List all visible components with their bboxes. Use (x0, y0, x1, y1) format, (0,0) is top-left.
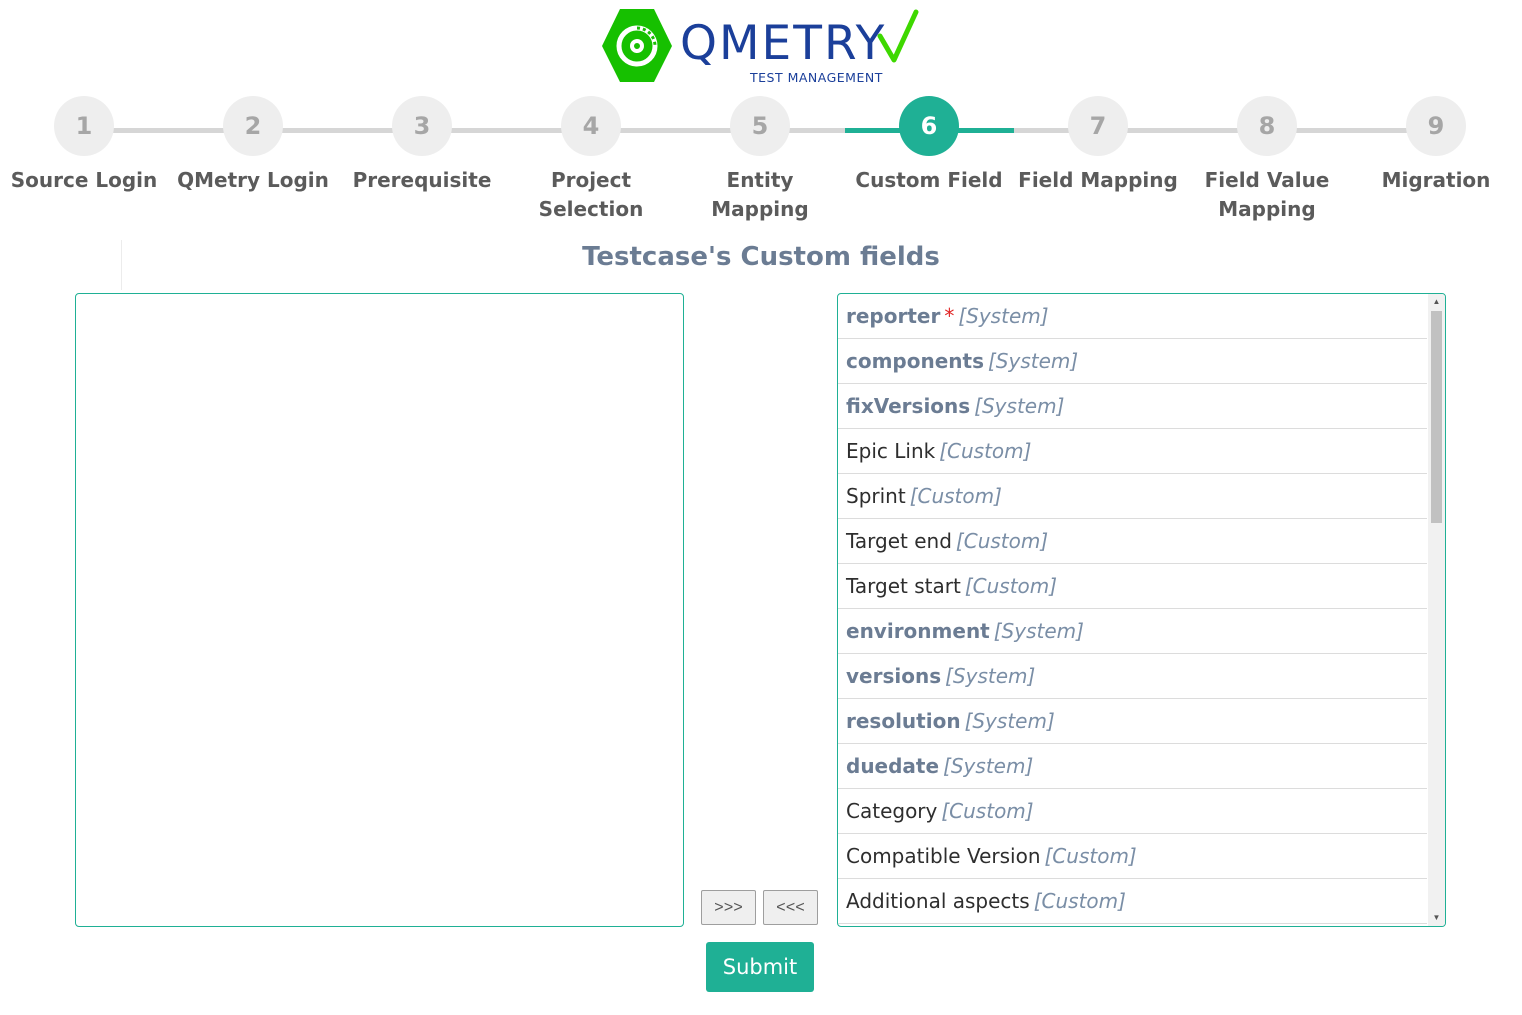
field-item[interactable]: Category [Custom] (838, 789, 1427, 834)
step-2[interactable]: 2 QMetry Login (168, 96, 338, 195)
field-list: reporter * [System] components [System] fixVe… (838, 294, 1427, 924)
field-item[interactable]: fixVersions [System] (838, 384, 1427, 429)
field-name: Category (846, 799, 938, 823)
field-type: [Custom] (1044, 844, 1137, 868)
field-type: [System] (964, 709, 1055, 733)
field-item[interactable]: Additional aspects [Custom] (838, 879, 1427, 924)
field-name: duedate (846, 754, 940, 778)
step-3[interactable]: 3 Prerequisite (337, 96, 507, 195)
field-type: [System] (993, 619, 1084, 643)
qmetry-logo: QMETRY TEST MANAGEMENT (602, 8, 922, 86)
step-6[interactable]: 6 Custom Field (844, 96, 1014, 195)
field-item[interactable]: Target start [Custom] (838, 564, 1427, 609)
step-label: QMetry Login (177, 168, 329, 192)
brand-name: QMETRY (680, 16, 887, 71)
field-item[interactable]: resolution [System] (838, 699, 1427, 744)
field-item[interactable]: components [System] (838, 339, 1427, 384)
step-label: Field Mapping (1018, 168, 1178, 192)
required-marker: * (944, 304, 955, 328)
field-name: Sprint (846, 484, 906, 508)
field-type: [System] (958, 304, 1049, 328)
wizard-stepper: 1 Source Login 2 QMetry Login 3 Prerequisite 4… (0, 96, 1522, 236)
field-name: fixVersions (846, 394, 971, 418)
step-number: 6 (899, 96, 959, 156)
field-item[interactable]: environment [System] (838, 609, 1427, 654)
step-8[interactable]: 8 Field Value Mapping (1182, 96, 1352, 224)
field-item[interactable]: Target end [Custom] (838, 519, 1427, 564)
field-name: Epic Link (846, 439, 936, 463)
brand-tagline: TEST MANAGEMENT (750, 70, 883, 85)
submit-button[interactable]: Submit (706, 942, 814, 992)
scrollbar[interactable]: ▲ ▼ (1428, 294, 1445, 926)
scroll-down-icon[interactable]: ▼ (1428, 910, 1445, 926)
move-right-button[interactable]: >>> (701, 890, 756, 925)
step-7[interactable]: 7 Field Mapping (1013, 96, 1183, 195)
field-name: versions (846, 664, 942, 688)
step-label: Project Selection (538, 168, 644, 221)
field-item[interactable]: duedate [System] (838, 744, 1427, 789)
step-label: Custom Field (855, 168, 1003, 192)
section-title: Testcase's Custom fields (582, 242, 940, 272)
step-number: 8 (1237, 96, 1297, 156)
field-item[interactable]: Epic Link [Custom] (838, 429, 1427, 474)
field-type: [Custom] (955, 529, 1049, 553)
field-item[interactable]: versions [System] (838, 654, 1427, 699)
field-type: [Custom] (1033, 889, 1126, 913)
field-type: [Custom] (909, 484, 1002, 508)
step-label: Migration (1381, 168, 1491, 192)
field-name: Additional aspects (846, 889, 1030, 913)
field-type: [System] (988, 349, 1079, 373)
move-left-button[interactable]: <<< (763, 890, 818, 925)
step-9[interactable]: 9 Migration (1351, 96, 1521, 195)
field-name: Target end (846, 529, 952, 553)
step-label: Source Login (10, 168, 158, 192)
field-item[interactable]: reporter * [System] (838, 294, 1427, 339)
field-name: Target start (846, 574, 961, 598)
step-number: 3 (392, 96, 452, 156)
step-number: 5 (730, 96, 790, 156)
field-item[interactable]: Sprint [Custom] (838, 474, 1427, 519)
step-number: 1 (54, 96, 114, 156)
scroll-up-icon[interactable]: ▲ (1428, 294, 1445, 310)
step-label: Entity Mapping (711, 168, 809, 221)
available-fields-list[interactable]: reporter * [System] components [System] fixVe… (837, 293, 1446, 927)
step-label: Prerequisite (352, 168, 492, 192)
field-type: [Custom] (939, 439, 1032, 463)
step-number: 4 (561, 96, 621, 156)
step-number: 9 (1406, 96, 1466, 156)
scroll-thumb[interactable] (1431, 311, 1442, 523)
step-number: 2 (223, 96, 283, 156)
field-name: reporter (846, 304, 941, 328)
step-1[interactable]: 1 Source Login (0, 96, 169, 195)
step-5[interactable]: 5 Entity Mapping (675, 96, 845, 224)
field-type: [System] (943, 754, 1034, 778)
step-number: 7 (1068, 96, 1128, 156)
field-name: components (846, 349, 984, 373)
step-4[interactable]: 4 Project Selection (506, 96, 676, 224)
field-type: [Custom] (941, 799, 1034, 823)
field-type: [Custom] (964, 574, 1058, 598)
field-type: [System] (974, 394, 1065, 418)
field-name: Compatible Version (846, 844, 1041, 868)
field-name: resolution (846, 709, 961, 733)
field-name: environment (846, 619, 990, 643)
selected-fields-list[interactable] (75, 293, 684, 927)
step-label: Field Value Mapping (1204, 168, 1330, 221)
field-item[interactable]: Compatible Version [Custom] (838, 834, 1427, 879)
field-type: [System] (945, 664, 1036, 688)
